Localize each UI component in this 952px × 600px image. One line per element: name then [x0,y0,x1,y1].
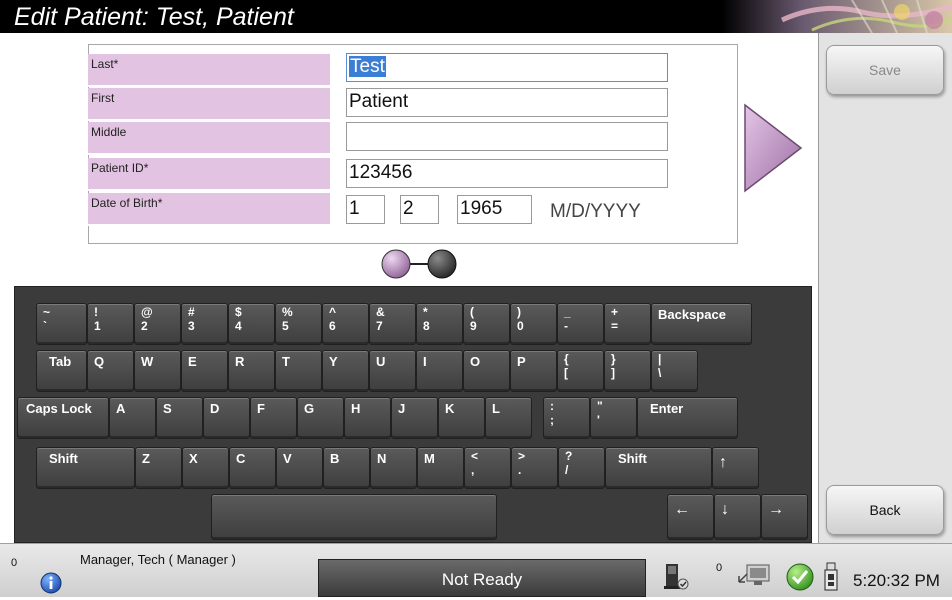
transfer-monitor-icon[interactable] [737,562,773,590]
first-name-input[interactable]: Patient [346,88,668,117]
tray-count: 0 [716,562,723,574]
key-h[interactable]: H [344,397,391,439]
check-ok-icon[interactable] [785,562,815,592]
dob-year-input[interactable]: 1965 [457,195,532,224]
key-7[interactable]: & 7 [369,303,416,345]
clock: 5:20:32 PM [853,571,940,590]
key-backtick[interactable]: ~ ` [36,303,87,345]
key-e[interactable]: E [181,350,228,392]
key-3[interactable]: #3 [181,303,228,345]
last-name-label: Last* [88,54,330,87]
dob-month-input[interactable]: 1 [346,195,385,224]
page-dot-1[interactable] [381,249,411,279]
page-indicator [381,249,457,279]
key-period[interactable]: >. [511,447,558,489]
key-y[interactable]: Y [322,350,369,392]
key-arrow-up[interactable]: ↑ [712,447,759,489]
flower-banner-image [722,0,952,33]
last-name-value: Test [349,56,386,77]
key-right-bracket[interactable]: }] [604,350,651,392]
key-a[interactable]: A [109,397,156,439]
key-z[interactable]: Z [135,447,182,489]
usb-drive-icon[interactable] [822,562,840,594]
dob-format-hint: M/D/YYYY [550,201,641,222]
last-name-input[interactable]: Test [346,53,668,82]
key-6[interactable]: ^ 6 [322,303,369,345]
middle-name-input[interactable] [346,122,668,151]
key-arrow-right[interactable]: → [761,494,808,540]
key-p[interactable]: P [510,350,557,392]
key-comma[interactable]: <, [464,447,511,489]
key-quote[interactable]: " ' [590,397,637,439]
key-right-shift[interactable]: Shift [605,447,712,489]
key-slash[interactable]: ? / [558,447,605,489]
key-v[interactable]: V [276,447,323,489]
key-r[interactable]: R [228,350,275,392]
middle-name-label: Middle [88,122,330,155]
first-name-label: First [88,88,330,121]
key-q[interactable]: Q [87,350,134,392]
key-n[interactable]: N [370,447,417,489]
key-4[interactable]: $4 [228,303,275,345]
key-equals[interactable]: + = [604,303,651,345]
key-8[interactable]: * 8 [416,303,463,345]
key-d[interactable]: D [203,397,250,439]
key-left-shift[interactable]: Shift [36,447,135,489]
save-button[interactable]: Save [826,45,944,95]
info-icon[interactable] [40,572,62,594]
page-title: Edit Patient: Test, Patient [14,3,294,31]
key-5[interactable]: % 5 [275,303,322,345]
key-k[interactable]: K [438,397,485,439]
key-backspace[interactable]: Backspace [651,303,752,345]
key-tab[interactable]: Tab [36,350,87,392]
key-l[interactable]: L [485,397,532,439]
device-status-icon[interactable] [662,562,690,592]
onscreen-keyboard: ~ ` ! 1 @2 #3 $4 % 5 ^ 6 & 7 * 8 (9 ) 0 _ - + = B… [14,286,812,543]
key-t[interactable]: T [275,350,322,392]
key-o[interactable]: O [463,350,510,392]
current-user[interactable]: Manager, Tech ( Manager ) [80,552,236,567]
key-left-bracket[interactable]: {[ [557,350,604,392]
key-space[interactable] [211,494,497,540]
key-semicolon[interactable]: :; [543,397,590,439]
right-panel [818,33,952,543]
key-g[interactable]: G [297,397,344,439]
key-2[interactable]: @2 [134,303,181,345]
patient-id-input[interactable]: 123456 [346,159,668,188]
key-m[interactable]: M [417,447,464,489]
dob-label: Date of Birth* [88,193,330,226]
key-x[interactable]: X [182,447,229,489]
key-backslash[interactable]: | \ [651,350,698,392]
key-1[interactable]: ! 1 [87,303,134,345]
key-i[interactable]: I [416,350,463,392]
key-arrow-down[interactable]: ↓ [714,494,761,540]
key-j[interactable]: J [391,397,438,439]
page-dot-2[interactable] [427,249,457,279]
patient-id-label: Patient ID* [88,158,330,191]
next-page-arrow-icon[interactable] [743,103,803,193]
title-bar: Edit Patient: Test, Patient [0,0,952,33]
key-w[interactable]: W [134,350,181,392]
key-0[interactable]: ) 0 [510,303,557,345]
key-enter[interactable]: Enter [637,397,738,439]
key-f[interactable]: F [250,397,297,439]
key-s[interactable]: S [156,397,203,439]
key-b[interactable]: B [323,447,370,489]
patient-form: Last* Test First Patient Middle Patient … [88,44,738,244]
key-arrow-left[interactable]: ← [667,494,714,540]
key-u[interactable]: U [369,350,416,392]
back-button[interactable]: Back [826,485,944,535]
key-caps-lock[interactable]: Caps Lock [17,397,109,439]
key-minus[interactable]: _ - [557,303,604,345]
key-c[interactable]: C [229,447,276,489]
notification-count: 0 [11,557,18,569]
dob-day-input[interactable]: 2 [400,195,439,224]
system-status[interactable]: Not Ready [318,559,646,597]
key-9[interactable]: (9 [463,303,510,345]
